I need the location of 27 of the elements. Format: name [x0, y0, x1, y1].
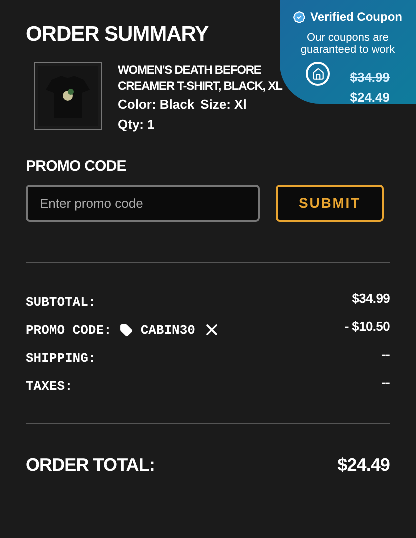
tag-icon — [120, 324, 133, 337]
original-price: $34.99 — [350, 69, 390, 87]
product-color: Color: Black — [118, 96, 195, 114]
promo-label: PROMO CODE — [26, 157, 128, 177]
popup-text: Our coupons are guaranteed to work — [300, 32, 396, 56]
product-name: WOMEN'S DEATH BEFORE CREAMER T-SHIRT, BLACK, XL — [118, 62, 284, 94]
promo-code: CABIN30 — [140, 322, 196, 340]
summary-value: - $10.50 — [344, 318, 390, 336]
popup-title: Verified Coupon — [310, 9, 402, 26]
total-label: ORDER TOTAL: — [26, 454, 155, 476]
summary-value: -- — [382, 346, 390, 364]
summary-label: SHIPPING: — [26, 350, 96, 368]
submit-button[interactable]: SUBMIT — [276, 184, 384, 222]
verified-icon — [293, 10, 306, 24]
product-price: $24.49 — [350, 88, 390, 106]
promo-input[interactable]: Enter promo code — [26, 184, 260, 222]
summary-value: -- — [382, 374, 390, 392]
product-size: Size: Xl — [200, 96, 247, 114]
summary-label: PROMO CODE: — [26, 322, 112, 340]
product-quantity: Qty: 1 — [118, 116, 156, 134]
summary-label: TAXES: — [26, 378, 73, 396]
summary-label: SUBTOTAL: — [26, 294, 96, 312]
section-title: ORDER SUMMARY — [26, 22, 209, 48]
home-button[interactable] — [306, 62, 330, 86]
total-value: $24.49 — [338, 454, 390, 476]
summary-value: $34.99 — [352, 290, 390, 308]
house-icon — [312, 68, 324, 80]
